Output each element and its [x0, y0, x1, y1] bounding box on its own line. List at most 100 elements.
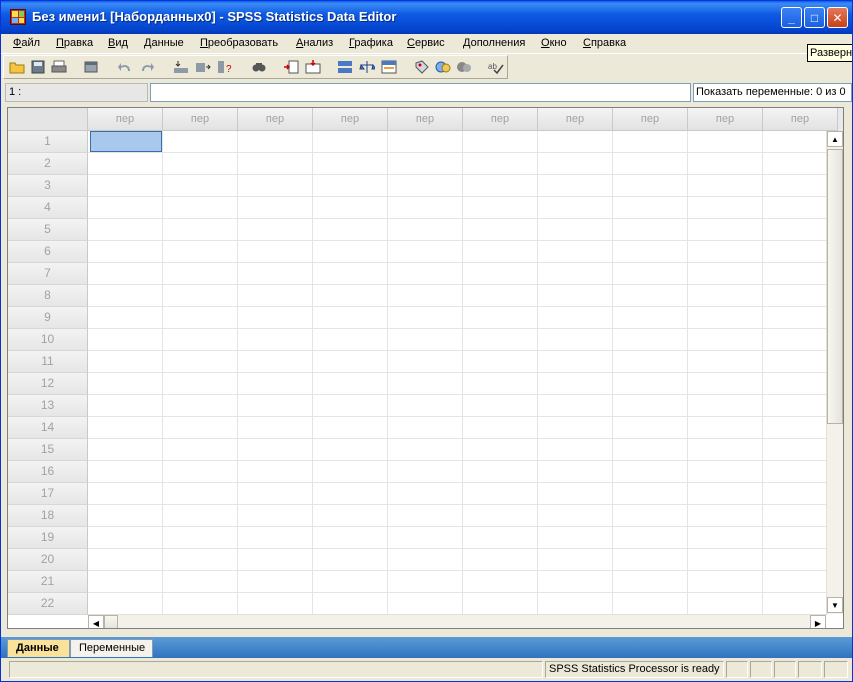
row-header[interactable]: 16	[8, 461, 88, 483]
cell-value-input[interactable]	[150, 83, 691, 102]
column-header[interactable]: пер	[688, 108, 763, 131]
menu-transform[interactable]: Преобразовать	[200, 37, 278, 49]
row-header[interactable]: 3	[8, 175, 88, 197]
column-gridline	[237, 131, 238, 614]
select-cases-icon[interactable]	[380, 58, 398, 76]
vertical-scroll-thumb[interactable]	[827, 149, 843, 424]
row-header[interactable]: 18	[8, 505, 88, 527]
column-header[interactable]: пер	[88, 108, 163, 131]
column-gridline	[162, 131, 163, 614]
spss-data-editor-window: Без имени1 [Наборданных0] - SPSS Statist…	[0, 0, 853, 682]
row-header[interactable]: 4	[8, 197, 88, 219]
row-header[interactable]: 7	[8, 263, 88, 285]
column-header-row: пер пер пер пер пер пер пер пер пер пер	[8, 108, 843, 131]
spell-check-icon[interactable]: ab	[487, 58, 505, 76]
row-gridline	[88, 196, 828, 197]
row-gridline	[88, 328, 828, 329]
column-header[interactable]: пер	[613, 108, 688, 131]
column-header[interactable]: пер	[238, 108, 313, 131]
column-header[interactable]: пер	[463, 108, 538, 131]
menu-utilities[interactable]: Сервис	[407, 37, 445, 49]
scroll-up-icon[interactable]: ▲	[827, 131, 843, 147]
row-header[interactable]: 10	[8, 329, 88, 351]
row-header[interactable]: 12	[8, 373, 88, 395]
row-header[interactable]: 1	[8, 131, 88, 153]
weight-cases-icon[interactable]	[358, 58, 376, 76]
tab-data-view[interactable]: Данные	[7, 639, 70, 657]
menu-help[interactable]: Справка	[583, 37, 626, 49]
menu-view[interactable]: Вид	[108, 37, 128, 49]
window-title: Без имени1 [Наборданных0] - SPSS Statist…	[32, 9, 397, 24]
find-icon[interactable]	[250, 58, 268, 76]
row-gridline	[88, 174, 828, 175]
row-header[interactable]: 20	[8, 549, 88, 571]
open-icon[interactable]	[8, 58, 26, 76]
cell-reference: 1 :	[5, 83, 148, 102]
row-gridline	[88, 438, 828, 439]
column-header[interactable]: пер	[763, 108, 838, 131]
goto-case-icon[interactable]	[172, 58, 190, 76]
horizontal-scroll-thumb[interactable]	[104, 615, 118, 628]
menu-window[interactable]: Окно	[541, 37, 567, 49]
save-icon[interactable]	[29, 58, 47, 76]
row-gridline	[88, 240, 828, 241]
row-gridline	[88, 372, 828, 373]
menu-edit[interactable]: Правка	[56, 37, 93, 49]
menu-analyze[interactable]: Анализ	[296, 37, 333, 49]
dialog-recall-icon[interactable]	[82, 58, 100, 76]
processor-status: SPSS Statistics Processor is ready	[545, 661, 724, 678]
maximize-button[interactable]: □	[804, 7, 825, 28]
horizontal-scrollbar[interactable]: ◀ ▶	[88, 614, 826, 628]
spss-app-icon[interactable]	[10, 9, 26, 25]
scroll-left-icon[interactable]: ◀	[88, 615, 104, 628]
title-bar[interactable]: Без имени1 [Наборданных0] - SPSS Statist…	[1, 1, 852, 34]
row-header[interactable]: 22	[8, 593, 88, 615]
grid-corner[interactable]	[8, 108, 88, 131]
row-header[interactable]: 6	[8, 241, 88, 263]
print-icon[interactable]	[50, 58, 68, 76]
vertical-scrollbar[interactable]: ▲ ▼	[826, 131, 843, 614]
use-sets-icon[interactable]	[434, 58, 452, 76]
redo-icon[interactable]	[138, 58, 156, 76]
row-header[interactable]: 14	[8, 417, 88, 439]
column-header[interactable]: пер	[538, 108, 613, 131]
split-file-icon[interactable]	[336, 58, 354, 76]
row-header[interactable]: 9	[8, 307, 88, 329]
menu-graphs[interactable]: Графика	[349, 37, 393, 49]
tab-variable-view[interactable]: Переменные	[70, 639, 153, 657]
row-header[interactable]: 13	[8, 395, 88, 417]
column-header[interactable]: пер	[388, 108, 463, 131]
column-header[interactable]: пер	[163, 108, 238, 131]
row-gridline	[88, 350, 828, 351]
scroll-right-icon[interactable]: ▶	[810, 615, 826, 628]
row-gridline	[88, 526, 828, 527]
close-button[interactable]: ✕	[827, 7, 848, 28]
row-header[interactable]: 5	[8, 219, 88, 241]
minimize-button[interactable]: _	[781, 7, 802, 28]
row-header[interactable]: 2	[8, 153, 88, 175]
row-gridline	[88, 152, 828, 153]
menu-data[interactable]: Данные	[144, 37, 184, 49]
selected-cell[interactable]	[90, 131, 162, 152]
menu-addons[interactable]: Дополнения	[463, 37, 525, 49]
row-header[interactable]: 21	[8, 571, 88, 593]
row-header[interactable]: 19	[8, 527, 88, 549]
row-header[interactable]: 8	[8, 285, 88, 307]
goto-variable-icon[interactable]	[194, 58, 212, 76]
data-grid[interactable]: пер пер пер пер пер пер пер пер пер пер …	[7, 107, 844, 629]
row-gridline	[88, 218, 828, 219]
insert-variable-icon[interactable]	[304, 58, 322, 76]
column-header[interactable]: пер	[313, 108, 388, 131]
row-header[interactable]: 15	[8, 439, 88, 461]
row-header[interactable]: 11	[8, 351, 88, 373]
scroll-down-icon[interactable]: ▼	[827, 597, 843, 613]
menu-file[interactable]: Файл	[13, 37, 40, 49]
row-header[interactable]: 17	[8, 483, 88, 505]
status-slot	[824, 661, 848, 678]
undo-icon[interactable]	[116, 58, 134, 76]
row-gridline	[88, 394, 828, 395]
insert-cases-icon[interactable]	[282, 58, 300, 76]
variables-icon[interactable]: ?	[216, 58, 234, 76]
value-labels-icon[interactable]	[413, 58, 431, 76]
show-all-variables-icon[interactable]	[455, 58, 473, 76]
